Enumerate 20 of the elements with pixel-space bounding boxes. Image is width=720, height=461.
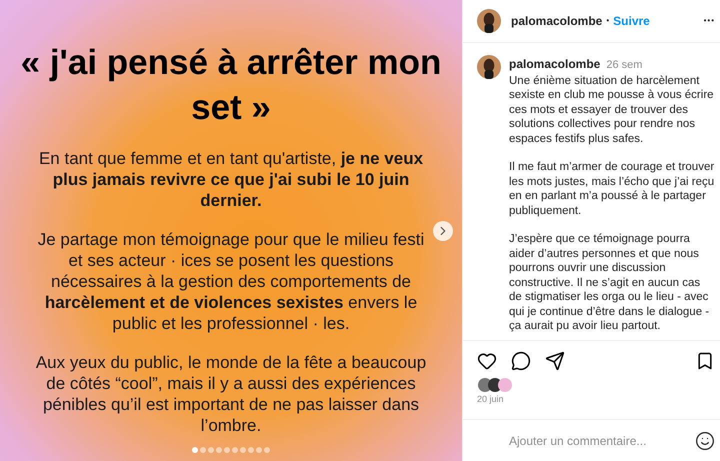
more-button[interactable]: ••• [704,15,715,27]
caption-paragraph: Il me faut m’armer de courage et trouver les mots justes, mais l’écho que j’ai reçu en en parlant m’a poussé à le partager publiquement. [509,160,715,218]
like-icon[interactable] [477,351,497,371]
slide-paragraph: En tant que femme et en tant qu'artiste, je ne veux plus jamais revivre ce que j'ai subi le 10 juin dernier. [38,148,424,211]
caption-username[interactable]: palomacolombe [509,55,600,73]
slide-title: « j'ai pensé à arrêter mon set » [20,42,442,129]
separator-dot: • [606,15,610,27]
post-age: 26 sem [606,58,642,73]
avatar[interactable] [477,55,501,79]
comment-icon[interactable] [511,351,531,371]
caption-paragraph: J’espère que ce témoignage pourra aider d’autres personnes et que nous pourrons ouvrir une discussion constructive. Il ne s’agit en aucun cas de stigmatiser les orga ou le lieu - avec qui je continue d’être dans le dialogue - ça aurait pu avoir lieu partout. [509,232,710,334]
avatar[interactable] [477,9,501,33]
share-icon[interactable] [545,351,565,371]
slide-paragraph: Aux yeux du public, le monde de la fête a beaucoup de côtés “cool”, mais il y a aussi des expériences pénibles qu’il est important de ne pas laisser dans l’ombre. [34,352,428,436]
username[interactable]: palomacolombe [511,12,602,30]
emoji-icon[interactable] [695,430,715,450]
caption-paragraph: Une énième situation de harcèlement sexiste en club me pousse à vous écrire ces mots et essayer de trouver des solutions collectives pour rendre nos espaces festifs plus safes. [509,74,715,146]
comment-input[interactable]: Ajouter un commentaire... [477,432,685,450]
slide-paragraph: Je partage mon témoignage pour que le milieu festi et ses acteur · ices se posent les questions nécessaires à la gestion des comportements de harcèlement et de violences sexistes envers le public et les professionnel · les. [36,229,426,334]
next-button[interactable] [433,221,453,241]
